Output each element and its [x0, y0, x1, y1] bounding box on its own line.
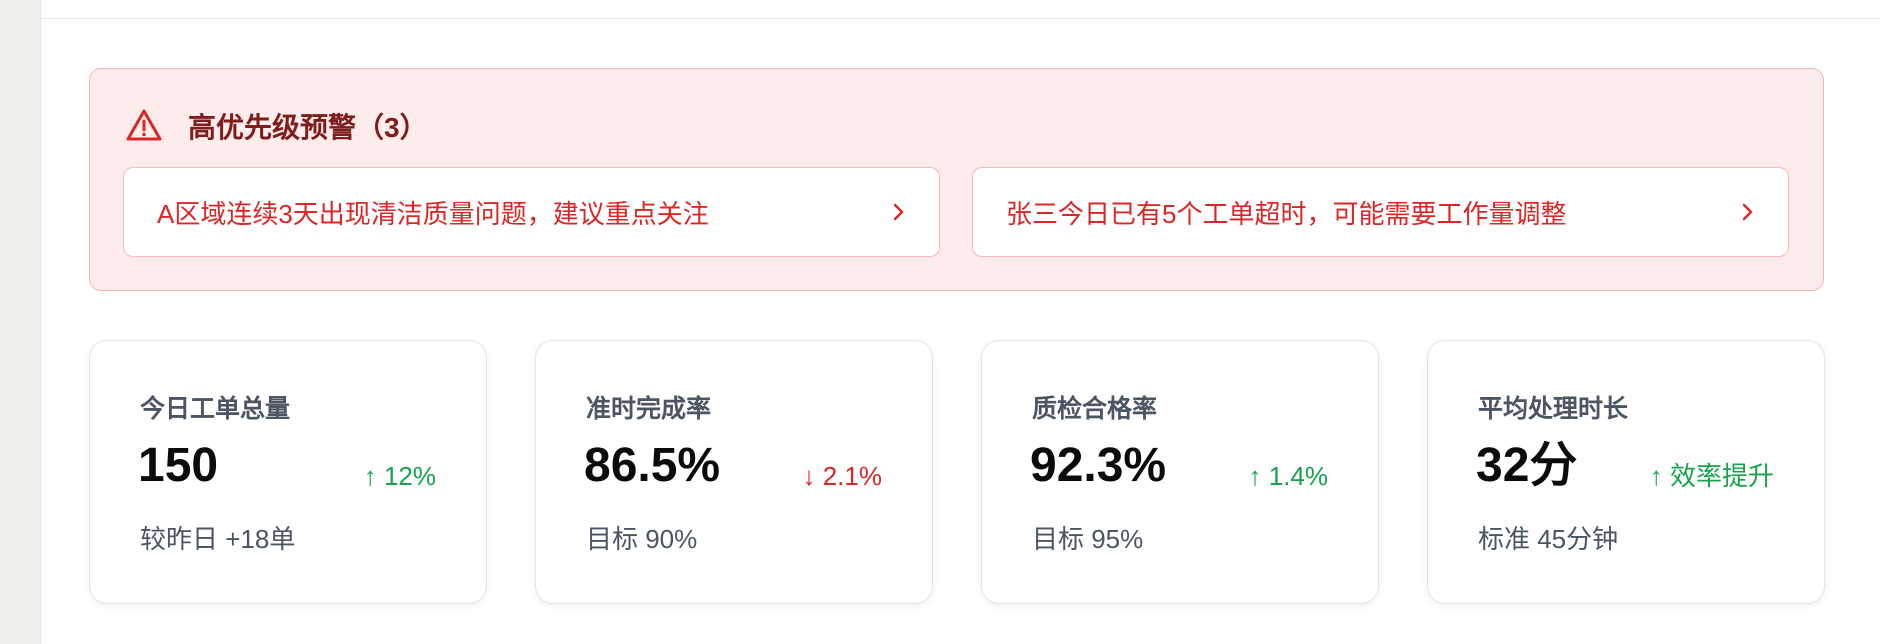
card-value: 86.5% [584, 439, 721, 492]
dashboard-panel: 高优先级预警（3） A区域连续3天出现清洁质量问题，建议重点关注 张三今日已有5… [40, 0, 1880, 644]
alert-item-text: A区域连续3天出现清洁质量问题，建议重点关注 [157, 198, 709, 229]
stat-card-avg-duration: 平均处理时长 32分 ↑ 效率提升 标准 45分钟 [1427, 340, 1825, 604]
alert-header: 高优先级预警（3） [124, 106, 428, 146]
header-divider [41, 18, 1880, 19]
stat-card-quality-pass-rate: 质检合格率 92.3% ↑ 1.4% 目标 95% [981, 340, 1379, 604]
trend-indicator: ↑ 1.4% [1248, 461, 1329, 491]
stat-card-total-orders: 今日工单总量 150 ↑ 12% 较昨日 +18单 [89, 340, 487, 604]
card-value: 92.3% [1030, 439, 1167, 492]
trend-indicator: ↑ 效率提升 [1649, 461, 1774, 491]
card-value: 150 [138, 439, 219, 492]
alert-title: 高优先级预警（3） [188, 112, 428, 143]
card-value: 32分 [1476, 439, 1578, 492]
alert-item-area-quality[interactable]: A区域连续3天出现清洁质量问题，建议重点关注 [123, 167, 940, 257]
card-subtitle: 目标 90% [586, 524, 698, 554]
stat-card-on-time-rate: 准时完成率 86.5% ↓ 2.1% 目标 90% [535, 340, 933, 604]
trend-indicator: ↓ 2.1% [802, 461, 883, 491]
alert-item-overtime-orders[interactable]: 张三今日已有5个工单超时，可能需要工作量调整 [972, 167, 1789, 257]
card-subtitle: 较昨日 +18单 [140, 524, 296, 554]
card-title: 平均处理时长 [1478, 395, 1629, 423]
chevron-right-icon [1736, 201, 1758, 223]
card-subtitle: 目标 95% [1032, 524, 1144, 554]
card-title: 今日工单总量 [140, 395, 291, 423]
card-title: 准时完成率 [586, 395, 712, 423]
chevron-right-icon [887, 201, 909, 223]
warning-triangle-icon [124, 106, 164, 146]
alert-item-text: 张三今日已有5个工单超时，可能需要工作量调整 [1006, 198, 1567, 229]
card-subtitle: 标准 45分钟 [1478, 524, 1619, 554]
priority-alert-box: 高优先级预警（3） A区域连续3天出现清洁质量问题，建议重点关注 张三今日已有5… [89, 68, 1824, 291]
card-title: 质检合格率 [1032, 395, 1158, 423]
trend-indicator: ↑ 12% [363, 461, 436, 491]
